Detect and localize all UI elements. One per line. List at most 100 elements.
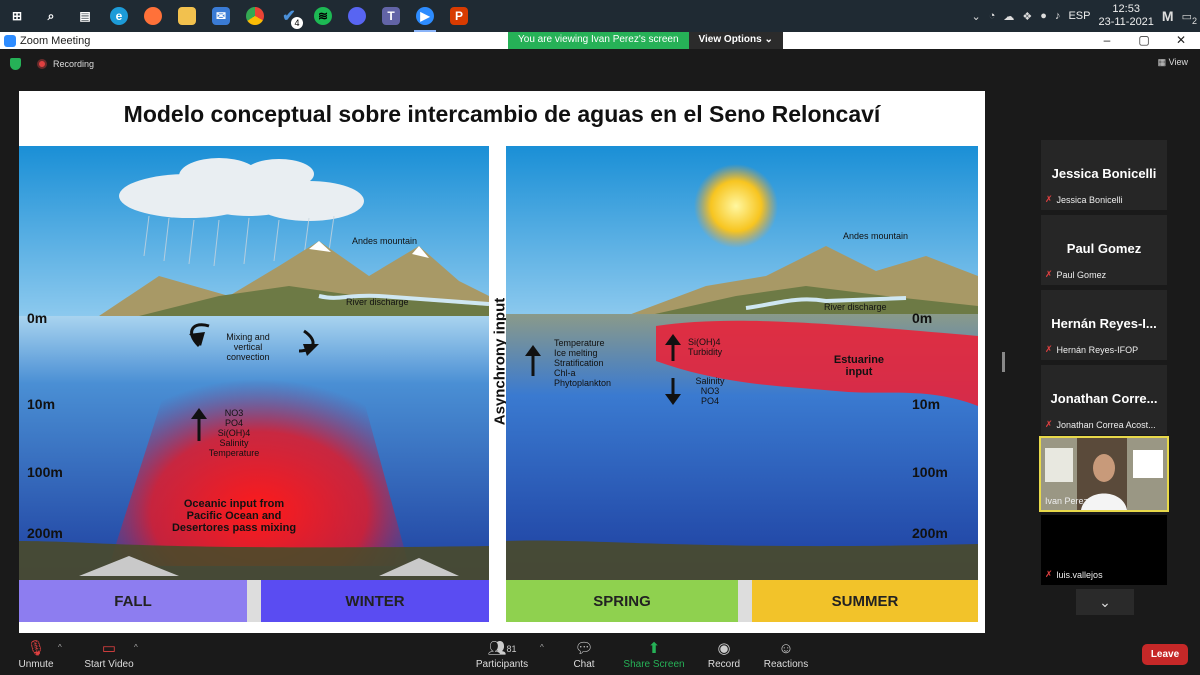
microphone-icon[interactable]: ● [1040,10,1047,22]
nutrient-item: PO4 [224,418,243,428]
mic-muted-icon: ✗ [1045,569,1053,579]
maximize-button[interactable]: ▢ [1125,32,1163,49]
dropbox-icon[interactable]: ❖ [1022,10,1032,23]
mic-muted-icon: ✗ [1045,344,1053,354]
check-app-icon[interactable]: ✔ 4 [272,0,306,32]
increase-item: Chl-a [554,368,576,378]
depth-label: 0m [27,310,48,326]
start-video-button[interactable]: ▭ Start Video [80,639,138,670]
depth-label: 100m [27,464,63,480]
increase-item: Stratification [554,358,604,368]
office-icon[interactable]: P [442,0,476,32]
increase-item: Ice melting [554,348,598,358]
close-button[interactable]: ✕ [1162,32,1200,49]
recording-icon [37,59,47,69]
record-button[interactable]: ◉ Record [704,639,744,670]
leave-button[interactable]: Leave [1142,644,1188,665]
chrome-icon[interactable] [238,0,272,32]
spring-summer-panel: Andes mountain River discharge 0m 10m 10… [506,146,978,622]
minimize-button[interactable]: – [1088,32,1126,49]
participant-tile[interactable]: Jessica Bonicelli ✗ Jessica Bonicelli [1041,140,1167,210]
reactions-label: Reactions [763,659,809,670]
depth-label: 10m [912,396,941,412]
nutrient-item: Si(OH)4 [217,428,251,438]
participant-label: ✗ Jessica Bonicelli [1045,194,1123,205]
edge-icon[interactable]: e [102,0,136,32]
chevron-up-icon[interactable]: ^ [134,643,138,652]
clock-time: 12:53 [1112,3,1140,15]
mic-muted-icon: ✗ [1045,269,1053,279]
chevron-down-icon[interactable]: ⌄ [1076,589,1134,615]
participant-sub-name: Jessica Bonicelli [1056,194,1123,205]
record-icon: ◉ [717,640,731,657]
decrease-item: PO4 [700,396,719,406]
depth-label: 100m [912,464,948,480]
chevron-up-icon[interactable]: ^ [540,643,544,652]
chat-button[interactable]: 💬︎ Chat [566,639,602,670]
network-icon[interactable]: ◔ [989,10,996,22]
river-label: River discharge [346,297,409,307]
view-button[interactable]: ▦ View [1158,57,1188,68]
reactions-button[interactable]: ☺ Reactions [762,639,810,670]
chat-icon: 💬︎ [574,640,594,657]
participant-label: ✗ Paul Gomez [1045,269,1106,280]
volume-icon[interactable]: ♪ [1055,10,1061,22]
language-indicator[interactable]: ESP [1068,10,1090,22]
participants-count: 81 [506,644,517,654]
mountain-label: Andes mountain [843,231,909,241]
participant-name: Jessica Bonicelli [1051,166,1157,181]
clock-date: 23-11-2021 [1098,16,1154,28]
participant-name: Paul Gomez [1066,241,1142,256]
increase-list: Temperature Ice melting Stratification C… [554,338,611,388]
participant-label: Ivan Perez [1045,496,1088,506]
participant-tile[interactable]: Hernán Reyes-I... ✗ Hernán Reyes-IFOP [1041,290,1167,360]
share-screen-button[interactable]: ⬆ Share Screen [622,639,686,670]
app-tray-icon[interactable]: M [1162,8,1174,24]
participant-video-tile[interactable]: Ivan Perez [1039,436,1169,512]
search-icon[interactable]: ⌕ [34,0,68,32]
taskbar-badge: 4 [291,17,303,29]
start-video-label: Start Video [84,659,134,670]
participant-label: ✗ Hernán Reyes-IFOP [1045,344,1138,355]
windows-start-icon[interactable]: ⊞ [0,0,34,32]
mail-icon[interactable]: ✉ [204,0,238,32]
video-off-icon: ▭ [101,640,117,657]
participant-sub-name: Paul Gomez [1056,269,1107,280]
depth-label: 10m [27,396,56,412]
chat-label: Chat [573,659,595,670]
participants-button[interactable]: 👥︎81 Participants [474,639,530,670]
zoom-icon[interactable]: ▶ [408,0,442,32]
record-label: Record [707,659,741,670]
participant-tile[interactable]: Jonathan Corre... ✗ Jonathan Correa Acost… [1041,365,1167,435]
increase-item: Si(OH)4 [688,337,721,347]
fall-winter-panel: Andes mountain River discharge 0m 10m 10… [19,146,489,622]
firefox-icon[interactable] [136,0,170,32]
file-explorer-icon[interactable] [170,0,204,32]
clock[interactable]: 12:53 23-11-2021 [1098,3,1153,29]
discord-icon[interactable] [340,0,374,32]
participants-icon: 👥︎81 [487,640,517,657]
nutrient-item: NO3 [224,408,244,418]
recording-label: Recording [53,59,95,69]
notifications-count: 2 [1191,15,1197,26]
share-screen-icon: ⬆ [647,640,661,657]
panel-splitter[interactable] [1002,352,1005,372]
view-options-button[interactable]: View Options ⌄ [688,32,783,49]
participant-tile[interactable]: Paul Gomez ✗ Paul Gomez [1041,215,1167,285]
participant-sub-name: Hernán Reyes-IFOP [1056,344,1139,355]
increase-item: Turbidity [688,347,723,357]
teams-icon[interactable]: T [374,0,408,32]
chevron-up-icon[interactable]: ⌄ [972,10,981,23]
participant-tile[interactable]: ✗ luis.vallejos [1041,515,1167,585]
notifications-icon[interactable]: ▭ 2 [1182,10,1197,26]
decrease-item: Salinity [695,376,725,386]
windows-taskbar: ⊞ ⌕ ▤ e ✉ ✔ 4 ≋ T ▶ P ⌄ ◔ ☁ ❖ ● ♪ ESP 12:… [0,0,1200,32]
task-view-icon[interactable]: ▤ [68,0,102,32]
chevron-up-icon[interactable]: ^ [58,643,62,652]
shield-icon[interactable] [10,58,21,70]
participant-label: ✗ Jonathan Correa Acost... [1045,419,1156,430]
oceanic-input-label: Oceanic input from Pacific Ocean and Des… [171,498,297,534]
unmute-button[interactable]: 🎙︎ Unmute [16,639,56,670]
spotify-icon[interactable]: ≋ [306,0,340,32]
cloud-icon[interactable]: ☁ [1003,10,1014,23]
